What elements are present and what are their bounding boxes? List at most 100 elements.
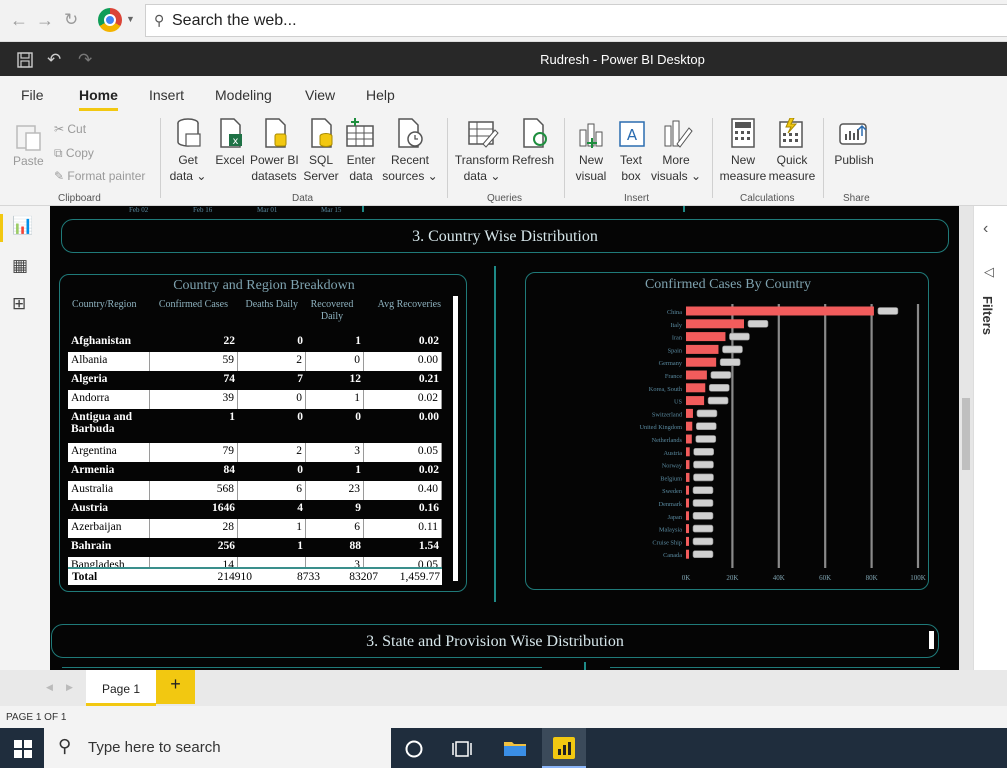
taskbar-search-input[interactable]: ⚲ Type here to search (44, 728, 391, 768)
ribbon-separator (447, 118, 448, 198)
column-header[interactable]: Avg Recoveries (366, 299, 441, 311)
format-painter-button[interactable]: ✎ Format painter (54, 169, 145, 183)
next-page-icon[interactable]: ▶ (66, 682, 73, 693)
bar-category-label: Korea, South (649, 386, 683, 393)
filters-pane[interactable]: ‹ ◁ Filters (973, 206, 1007, 670)
canvas-scroll-thumb[interactable] (962, 398, 970, 470)
powerbi-datasets-label: Power BI datasets (250, 153, 299, 183)
column-header[interactable]: Confirmed Cases (146, 299, 228, 311)
windows-taskbar: ⚲ Type here to search (0, 728, 1007, 768)
cortana-icon[interactable] (404, 739, 424, 759)
collapse-chevron-icon[interactable]: ‹ (983, 220, 988, 238)
table-cell-deaths: 6 (238, 481, 306, 500)
paste-icon (16, 125, 41, 151)
bar-category-label: United Kingdom (639, 424, 682, 431)
table-row[interactable]: Azerbaijan 28 1 6 0.11 (68, 519, 442, 538)
cut-button[interactable]: ✂ Cut (54, 122, 86, 136)
insert-group-label: Insert (624, 193, 650, 204)
table-cell-recovered: 1 (306, 390, 364, 409)
calculations-group-label: Calculations (740, 193, 795, 204)
add-page-button[interactable]: + (156, 670, 195, 704)
table-cell-country: Algeria (71, 373, 108, 385)
bar (686, 408, 693, 418)
bar (686, 434, 692, 444)
table-row[interactable]: Andorra 39 0 1 0.02 (68, 390, 442, 409)
table-total-row: Total 214910 8733 83207 1,459.77 (68, 567, 442, 585)
model-view-icon[interactable]: ⊞ (12, 294, 26, 314)
selected-view-indicator (0, 214, 3, 242)
table-cell-confirmed: 59 (150, 352, 238, 371)
bar (686, 511, 689, 521)
bar (686, 306, 874, 316)
back-arrow-icon[interactable]: ← (10, 10, 28, 31)
tab-modeling[interactable]: Modeling (215, 87, 272, 103)
table-cell-deaths: 0 (297, 335, 303, 347)
table-row[interactable]: Antigua and Barbuda 1 0 0 0.00 (68, 409, 442, 443)
reload-icon[interactable]: ↻ (64, 10, 78, 30)
publish-label: Publish (834, 153, 874, 167)
tab-insert[interactable]: Insert (149, 87, 184, 103)
table-cell-confirmed: 22 (223, 335, 236, 347)
bar-category-label: US (674, 399, 683, 406)
copy-button[interactable]: ⧉ Copy (54, 146, 94, 161)
table-row[interactable]: Australia 568 6 23 0.40 (68, 481, 442, 500)
ribbon-separator (823, 118, 824, 198)
menu-tabs: File Home Insert Modeling View Help (0, 76, 1007, 112)
bar-category-label: Netherlands (652, 437, 683, 444)
browser-search-input[interactable]: ⚲ Search the web... (145, 4, 1007, 37)
prev-page-icon[interactable]: ◀ (46, 682, 53, 693)
tab-file[interactable]: File (21, 87, 44, 103)
forward-arrow-icon[interactable]: → (36, 10, 54, 31)
sql-server-icon (311, 118, 333, 148)
table-row[interactable]: Algeria 74 7 12 0.21 (68, 371, 442, 390)
task-view-icon[interactable] (452, 739, 472, 759)
date-tick: Feb 02 (129, 206, 149, 214)
table-cell-confirmed: 28 (150, 519, 238, 538)
table-row[interactable]: Bahrain 256 1 88 1.54 (68, 538, 442, 557)
tab-view[interactable]: View (305, 87, 335, 103)
format-painter-label: Format painter (67, 169, 146, 183)
section-scroll-handle[interactable] (929, 631, 934, 649)
bar-category-label: Iran (672, 335, 683, 342)
view-switcher: 📊 ▦ ⊞ (0, 206, 50, 670)
transform-data-icon (468, 121, 499, 148)
table-cell-confirmed: 1 (229, 411, 235, 423)
powerbi-taskbar-button[interactable] (542, 728, 586, 768)
table-row[interactable]: Argentina 79 2 3 0.05 (68, 443, 442, 462)
table-row[interactable]: Afghanistan 22 0 1 0.02 (68, 333, 442, 352)
total-recovered: 83207 (349, 571, 378, 583)
report-view-icon[interactable]: 📊 (12, 216, 33, 236)
bar-value-badge (693, 448, 715, 456)
table-cell-recovered: 1 (355, 464, 361, 476)
total-label: Total (72, 571, 98, 583)
excel-icon: x (220, 118, 242, 148)
file-explorer-icon[interactable] (503, 738, 527, 758)
chrome-logo-icon[interactable] (98, 8, 122, 32)
report-canvas: Feb 02 Feb 16 Mar 01 Mar 15 3. Country W… (50, 206, 959, 670)
chevron-down-icon[interactable]: ▼ (126, 14, 135, 24)
data-view-icon[interactable]: ▦ (12, 256, 28, 276)
bar (686, 536, 689, 546)
table-cell-confirmed: 568 (150, 481, 238, 500)
table-cell-recovered: 23 (306, 481, 364, 500)
column-header[interactable]: Deaths Daily (234, 299, 299, 311)
column-header[interactable]: Country/Region (72, 299, 144, 311)
column-header[interactable]: Recovered Daily (304, 299, 360, 323)
table-row[interactable]: Armenia 84 0 1 0.02 (68, 462, 442, 481)
table-scrollbar[interactable] (453, 296, 458, 581)
page-tab[interactable]: Page 1 (86, 670, 156, 706)
table-cell-country: Antigua and Barbuda (71, 411, 133, 435)
new-visual-label: New visual (575, 153, 607, 183)
x-tick-label: 20K (726, 574, 738, 582)
section-title: 3. Country Wise Distribution (412, 228, 598, 245)
powerbi-app-icon (553, 737, 575, 759)
bar (686, 396, 705, 406)
table-row[interactable]: Albania 59 2 0 0.00 (68, 352, 442, 371)
share-group-label: Share (843, 193, 870, 204)
table-cell-confirmed: 74 (223, 373, 236, 385)
windows-start-icon[interactable] (14, 740, 32, 758)
tab-home[interactable]: Home (79, 87, 118, 111)
divider (362, 206, 364, 212)
table-row[interactable]: Austria 1646 4 9 0.16 (68, 500, 442, 519)
tab-help[interactable]: Help (366, 87, 395, 103)
